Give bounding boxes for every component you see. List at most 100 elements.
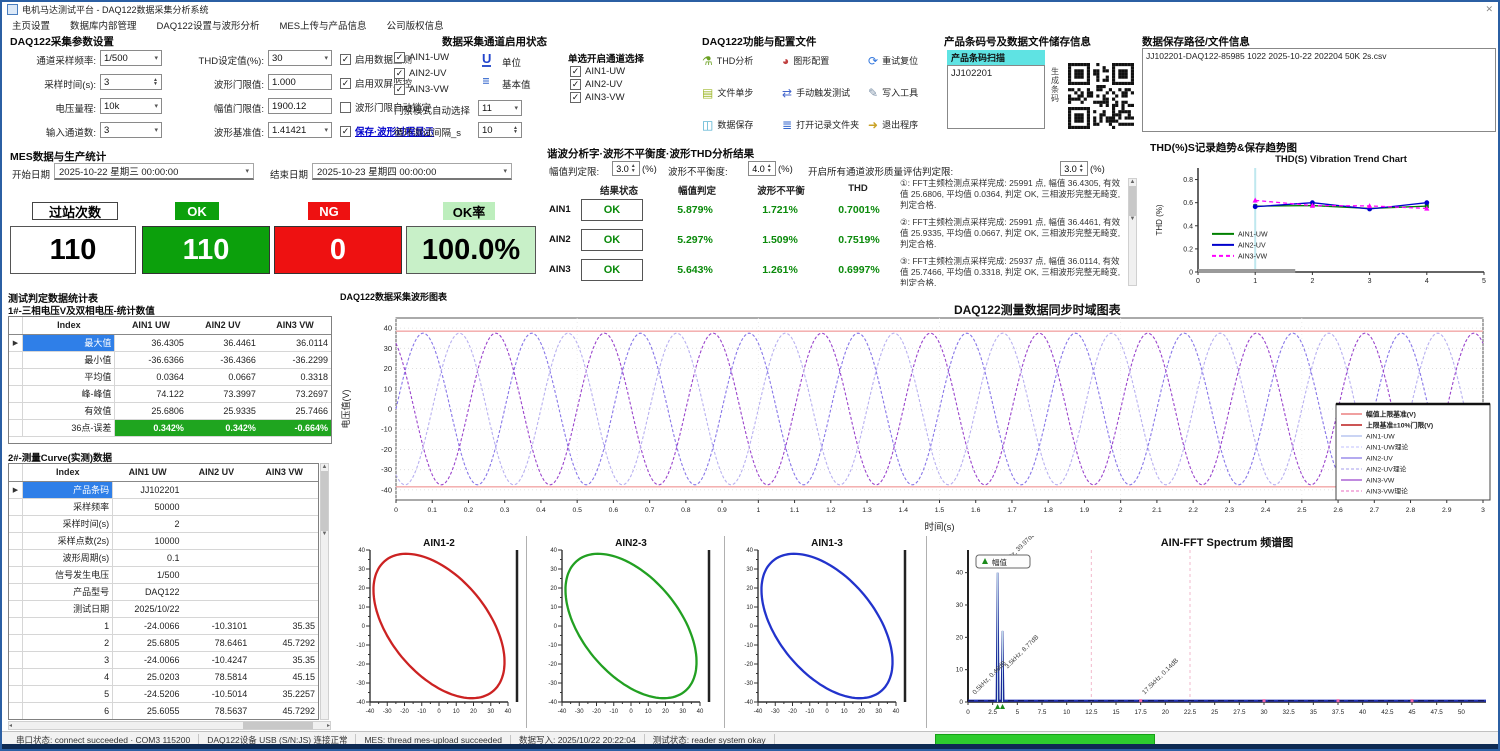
spinner-arrows-icon[interactable]: ▲▼ — [767, 164, 772, 173]
menu-item-1[interactable]: 数据库内部管理 — [70, 18, 137, 32]
row-selector: ▶ — [9, 481, 22, 498]
table-row[interactable]: 采样频率50000 — [9, 498, 318, 515]
param-control[interactable]: 1/500▾ — [100, 50, 162, 66]
table-header-row: IndexAIN1 UWAIN2 UVAIN3 VW — [9, 464, 318, 481]
loop-interval-spinner[interactable]: 10▲▼ — [478, 122, 522, 138]
spinner-arrows-icon[interactable]: ▲▼ — [1079, 164, 1084, 173]
action-button-3[interactable]: ▤文件单步 — [702, 86, 753, 99]
checkbox-icon[interactable]: ✓ — [394, 52, 405, 63]
curve-table-vscrollbar[interactable]: ▲▼ — [320, 463, 329, 720]
chevron-down-icon[interactable]: ▾ — [154, 102, 158, 110]
table-row[interactable]: 5-24.5206-10.501435.2257 — [9, 685, 318, 702]
table-row[interactable]: 625.605578.563745.7292 — [9, 702, 318, 719]
close-icon[interactable]: ✕ — [1485, 4, 1493, 15]
action-button-6[interactable]: ◫数据保存 — [702, 118, 753, 131]
chart-text: 10 — [841, 709, 848, 715]
row-label: 1 — [22, 617, 112, 634]
action-button-8[interactable]: ➜退出程序 — [868, 118, 918, 131]
notes-scrollbar[interactable]: ▲▼ — [1128, 178, 1137, 286]
table-row[interactable]: 最小值-36.6366-36.4366-36.2299 — [9, 351, 331, 368]
channel-enable-checkbox[interactable]: ✓AIN2-UV — [394, 68, 446, 79]
chevron-down-icon[interactable]: ▾ — [324, 54, 328, 62]
unit-button[interactable]: U — [482, 52, 491, 67]
action-button-0[interactable]: ⚗THD分析 — [702, 54, 753, 67]
thd-limit-spinner[interactable]: 4.0▲▼ — [748, 161, 776, 176]
chart-text: 0 — [966, 709, 970, 716]
param-control[interactable]: 1.41421▾ — [268, 122, 332, 138]
start-date-field[interactable]: 2025-10-22 星期三 00:00:00▾ — [54, 163, 254, 180]
checkbox-icon[interactable]: ✓ — [340, 78, 351, 89]
barcode-input[interactable]: JJ102201 — [947, 65, 1045, 129]
thd-limit-spinner[interactable]: 3.0▲▼ — [612, 161, 640, 176]
table-row[interactable]: 3-24.0066-10.424735.35 — [9, 651, 318, 668]
table-row[interactable]: 采样点数(2s)10000 — [9, 532, 318, 549]
checkbox-icon[interactable]: ✓ — [570, 79, 581, 90]
table-row[interactable]: 峰-峰值74.12273.399773.2697 — [9, 385, 331, 402]
table-row[interactable]: ▶最大值36.430536.446136.0114 — [9, 334, 331, 351]
chevron-down-icon[interactable]: ▾ — [154, 54, 158, 62]
table-row[interactable]: 波形周期(s)0.1 — [9, 549, 318, 566]
checkbox-icon[interactable]: ✓ — [340, 126, 351, 137]
action-button-5[interactable]: ✎写入工具 — [868, 86, 918, 99]
channel-enable-checkbox[interactable]: ✓AIN3-VW — [394, 84, 449, 95]
spinner-arrows-icon[interactable]: ▲▼ — [153, 78, 158, 87]
param-control[interactable]: 1.000 — [268, 74, 332, 90]
list-icon[interactable]: ≣ — [482, 76, 490, 87]
checkbox-icon[interactable]: ✓ — [394, 68, 405, 79]
chevron-down-icon[interactable]: ▾ — [154, 126, 158, 134]
action-button-7[interactable]: ≣打开记录文件夹 — [782, 118, 859, 131]
chevron-down-icon[interactable]: ▾ — [503, 167, 507, 175]
chart-text: -20 — [548, 662, 557, 668]
checkbox-icon[interactable]: ✓ — [570, 66, 581, 77]
checkbox-label: AIN2-UV — [585, 79, 622, 90]
table-row[interactable]: 测试日期2025/10/22 — [9, 600, 318, 617]
table-row[interactable]: 产品型号DAQ122 — [9, 583, 318, 600]
field-label: (%) — [778, 164, 793, 175]
menu-item-4[interactable]: 公司版权信息 — [387, 18, 444, 32]
table-row[interactable]: 7-24.2222-10.554735.1233 — [9, 719, 318, 720]
channel-confirm-checkbox[interactable]: ✓AIN1-UW — [570, 66, 625, 77]
table-row[interactable]: 225.680578.646145.7292 — [9, 634, 318, 651]
action-button-1[interactable]: ◕图形配置 — [782, 54, 829, 67]
table-row[interactable]: 信号发生电压1/500 — [9, 566, 318, 583]
table-row[interactable]: 采样时间(s)2 — [9, 515, 318, 532]
table-row[interactable]: 36点-误差0.342%0.342%-0.664% — [9, 419, 331, 436]
menu-item-3[interactable]: MES上传与产品信息 — [279, 18, 366, 32]
checkbox-icon[interactable] — [340, 102, 351, 113]
spinner-arrows-icon[interactable]: ▲▼ — [513, 126, 518, 135]
table-row[interactable]: 平均值0.03640.06670.3318 — [9, 368, 331, 385]
param-control[interactable]: 10k▾ — [100, 98, 162, 114]
chevron-down-icon[interactable]: ▾ — [324, 126, 328, 134]
spinner-arrows-icon[interactable]: ▲▼ — [631, 164, 636, 173]
param-control[interactable]: 3▾ — [100, 122, 162, 138]
gate-mode-combo[interactable]: 11▾ — [478, 100, 522, 116]
channel-enable-checkbox[interactable]: ✓AIN1-UW — [394, 52, 449, 63]
param-control[interactable]: 1900.12 — [268, 98, 332, 114]
action-button-2[interactable]: ⟳重试复位 — [868, 54, 918, 67]
table-row[interactable]: 1-24.0066-10.310135.35 — [9, 617, 318, 634]
chevron-down-icon[interactable]: ▾ — [245, 167, 249, 175]
checkbox-icon[interactable]: ✓ — [394, 84, 405, 95]
barcode-side-label[interactable]: 生成条码 — [1048, 67, 1062, 103]
table-row[interactable]: 425.020378.581445.15 — [9, 668, 318, 685]
end-date-field[interactable]: 2025-10-23 星期四 00:00:00▾ — [312, 163, 512, 180]
menu-item-2[interactable]: DAQ122设置与波形分析 — [157, 18, 260, 32]
chart-text: 5 — [1482, 278, 1486, 285]
menu-item-0[interactable]: 主页设置 — [12, 18, 50, 32]
thd-limit-spinner[interactable]: 3.0▲▼ — [1060, 161, 1088, 176]
row-selector — [9, 719, 22, 720]
param-control[interactable]: 3▲▼ — [100, 74, 162, 90]
channel-confirm-checkbox[interactable]: ✓AIN3-VW — [570, 92, 625, 103]
action-button-4[interactable]: ⇄手动触发测试 — [782, 86, 850, 99]
chevron-down-icon[interactable]: ▾ — [514, 104, 518, 112]
checkbox-icon[interactable]: ✓ — [570, 92, 581, 103]
table-row[interactable]: 有效值25.680625.933525.7466 — [9, 402, 331, 419]
curve-table-hscrollbar[interactable]: ◂▸ — [8, 721, 331, 730]
save-path-box[interactable]: JJ102201-DAQ122-85985 1022 2025-10-22 20… — [1142, 48, 1496, 132]
param-control[interactable]: 30▾ — [268, 50, 332, 66]
cell-value — [182, 583, 250, 600]
checkbox-icon[interactable]: ✓ — [340, 54, 351, 65]
channel-confirm-checkbox[interactable]: ✓ AIN2-UV — [570, 79, 622, 90]
chart-text: 10 — [550, 605, 557, 611]
table-row[interactable]: ▶产品条码JJ102201 — [9, 481, 318, 498]
